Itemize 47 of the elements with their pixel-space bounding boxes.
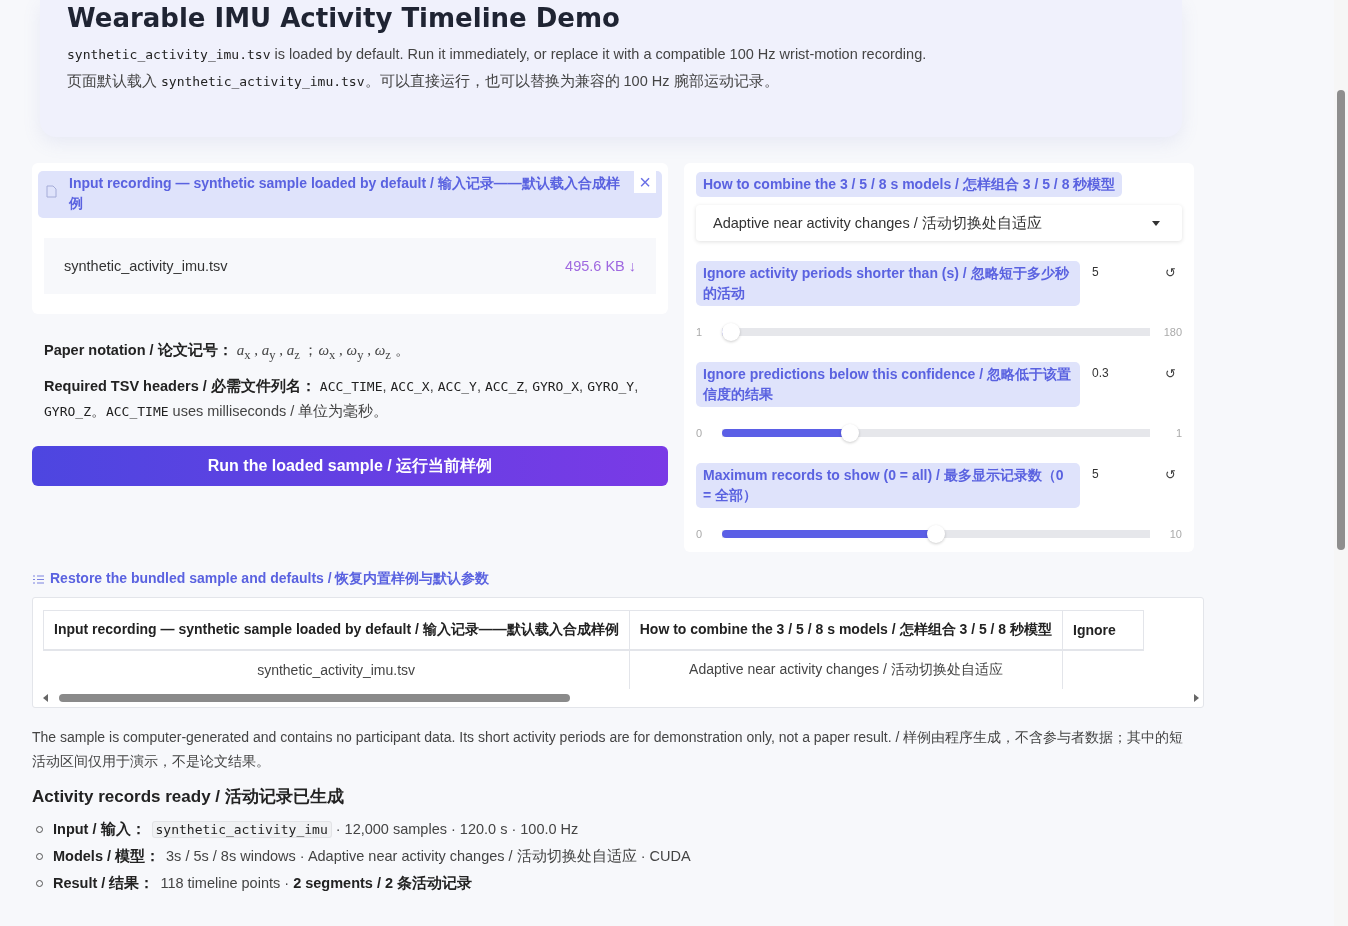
- column-header: Input recording — synthetic sample loaded by default / 输入记录——默认载入合成样例: [43, 610, 630, 650]
- slider-min: 0: [696, 427, 704, 439]
- slider-thumb[interactable]: [722, 323, 741, 341]
- file-icon: [46, 185, 57, 198]
- number-field[interactable]: 0.3: [1080, 362, 1159, 384]
- combine-dropdown[interactable]: Adaptive near activity changes / 活动切换处自适应: [696, 205, 1182, 241]
- page-title: Wearable IMU Activity Timeline Demo: [67, 2, 621, 34]
- result-value: 118 timeline points · 2 segments / 2 条活动记录: [160, 874, 473, 893]
- slider-max: 1: [1174, 427, 1182, 439]
- file-size-link[interactable]: 495.6 KB ↓: [565, 258, 636, 274]
- slider-label: Ignore activity periods shorter than (s) / 忽略短于多少秒的活动: [696, 261, 1080, 306]
- table-cell: Adaptive near activity changes / 活动切换处自适应: [629, 650, 1063, 689]
- slider-label: Ignore predictions below this confidence / 忽略低于该置信度的结果: [696, 362, 1080, 407]
- slider-max: 10: [1168, 528, 1182, 540]
- list-icon: [33, 574, 44, 584]
- slider-label: Maximum records to show (0 = all) / 最多显示记录数（0 = 全部）: [696, 463, 1080, 508]
- disclaimer-text: The sample is computer-generated and contains no participant data. Its short activity periods are for demonstration only, not a paper result. / 样例由程序生成，不含参与者数据；其中的短活动区间仅用于演示，不是论文结果。: [32, 728, 1185, 771]
- slider-thumb[interactable]: [927, 525, 945, 543]
- page-scrollbar[interactable]: [1334, 0, 1348, 926]
- caret-icon: [1152, 220, 1160, 226]
- table-cell: synthetic_activity_imu.tsv: [43, 650, 630, 689]
- upload-label: Input recording — synthetic sample loaded by default / 输入记录——默认载入合成样例: [69, 174, 621, 213]
- result-value: 3s / 5s / 8s windows · Adaptive near activity changes / 活动切换处自适应 · CUDA: [166, 847, 691, 866]
- intro-text-chinese: 页面默认载入 synthetic_activity_imu.tsv。可以直接运行，也可以替换为兼容的 100 Hz 腕部运动记录。: [67, 72, 780, 91]
- result-label: Input / 输入：: [53, 820, 146, 839]
- file-name: synthetic_activity_imu.tsv: [64, 258, 228, 274]
- intro-text: synthetic_activity_imu.tsv is loaded by default. Run it immediately, or replace it with a compatible 100 Hz wrist-motion recording.: [67, 45, 927, 64]
- restore-link[interactable]: Restore the bundled sample and defaults / 恢复内置样例与默认参数: [33, 570, 490, 588]
- headers-text: Required TSV headers / 必需文件列名： ACC_TIME, ACC_X, ACC_Y, ACC_Z, GYRO_X, GYRO_Y, GYRO_Z。ACC_TIME uses milliseconds / 单位为毫秒。: [44, 377, 640, 421]
- slider-min: 0: [696, 528, 704, 540]
- scroll-left-icon[interactable]: [43, 694, 49, 702]
- scroll-right-icon[interactable]: [1193, 694, 1199, 702]
- column-header: Ignore: [1062, 610, 1144, 650]
- column-header: How to combine the 3 / 5 / 8 s models / 怎样组合 3 / 5 / 8 秒模型: [629, 610, 1063, 650]
- run-button[interactable]: Run the loaded sample / 运行当前样例: [32, 446, 668, 486]
- results-heading: Activity records ready / 活动记录已生成: [32, 786, 345, 808]
- close-button[interactable]: ×: [634, 171, 656, 193]
- combine-label: How to combine the 3 / 5 / 8 s models / 怎样组合 3 / 5 / 8 秒模型: [696, 172, 1123, 197]
- notation-text: Paper notation / 论文记号： a$_{x}$ , a$_{y}$ , a$_{z}$ ；ω$_{x}$ , ω$_{y}$ , ω$_{z}$ 。: [44, 341, 411, 364]
- number-field[interactable]: 5: [1080, 463, 1159, 485]
- result-label: Result / 结果：: [53, 874, 155, 893]
- slider-thumb[interactable]: [841, 424, 860, 442]
- number-field[interactable]: 5: [1080, 261, 1159, 283]
- result-label: Models / 模型：: [53, 847, 161, 866]
- slider-max: 180: [1162, 326, 1182, 338]
- slider-min: 1: [696, 326, 704, 338]
- result-value: synthetic_activity_imu · 12,000 samples · 120.0 s · 100.0 Hz: [151, 816, 579, 843]
